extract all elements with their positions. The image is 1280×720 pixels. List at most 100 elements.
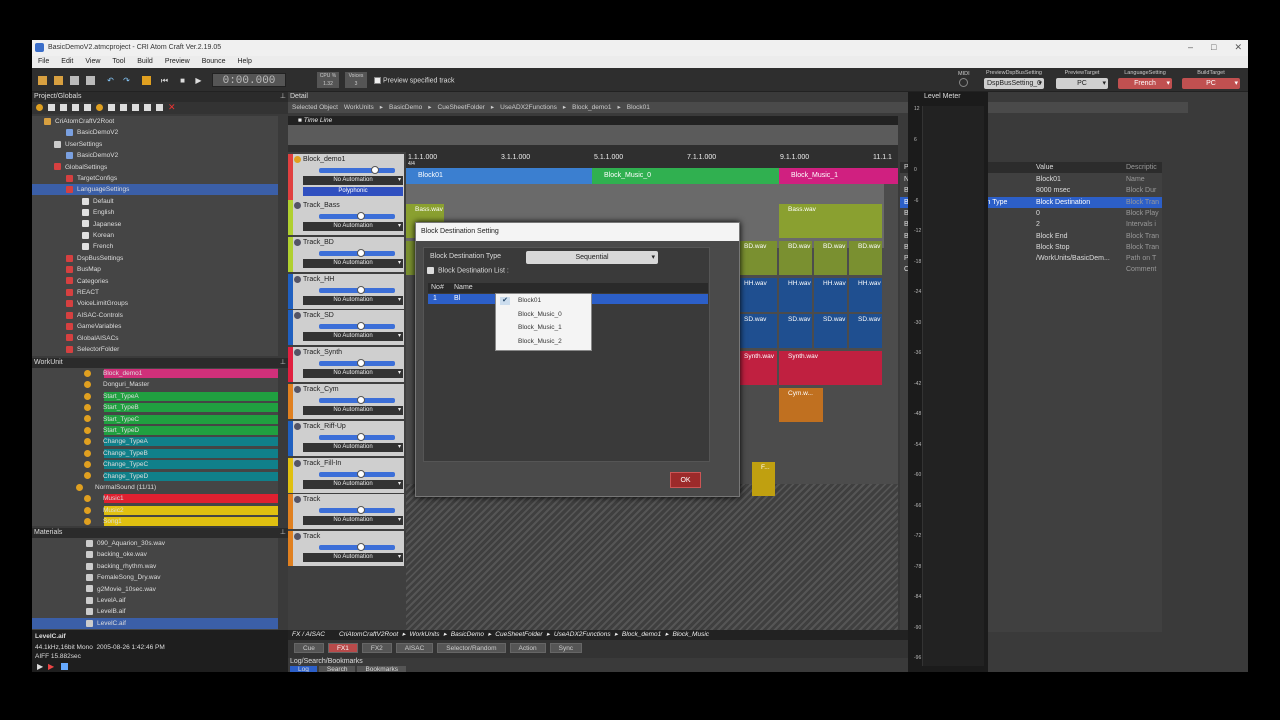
audio-clip[interactable]: HH.wav: [779, 277, 812, 312]
track-control[interactable]: Track_Riff-Up No Automation: [288, 420, 404, 456]
selector-dropdown[interactable]: PC: [1056, 78, 1108, 89]
audio-clip[interactable]: SD.wav: [779, 314, 812, 349]
track-control[interactable]: Track No Automation: [288, 494, 404, 530]
tree-item[interactable]: CriAtomCraftV2Root: [32, 116, 278, 127]
tree-item[interactable]: UserSettings: [32, 139, 278, 150]
menu-edit[interactable]: Edit: [55, 56, 79, 68]
property-value[interactable]: Block Stop: [1036, 242, 1069, 253]
fx-path-segment[interactable]: Block_demo1: [622, 631, 661, 638]
workunit-item[interactable]: Start_TypeB: [32, 402, 278, 413]
volume-knob[interactable]: [357, 469, 365, 478]
menu-file[interactable]: File: [32, 56, 55, 68]
automation-select[interactable]: No Automation: [303, 479, 403, 489]
tree-item[interactable]: Japanese: [32, 219, 278, 230]
pin-icon[interactable]: ⊥: [280, 92, 286, 102]
save-icon[interactable]: [70, 76, 79, 85]
selector-dropdown[interactable]: DspBusSetting_0: [984, 78, 1044, 89]
audio-clip[interactable]: SD.wav: [735, 314, 777, 349]
tool2-icon[interactable]: [144, 104, 151, 111]
property-value[interactable]: /WorkUnits/BasicDem...: [1036, 253, 1110, 264]
workunit-item[interactable]: Donguri_Master: [32, 379, 278, 390]
destination-name-dropdown[interactable]: ✔ Block01 Block_Music_0 Block_Music_1 Block…: [495, 293, 592, 351]
volume-knob[interactable]: [357, 322, 365, 331]
tree-item[interactable]: AISAC-Controls: [32, 310, 278, 321]
tree-item[interactable]: Default: [32, 196, 278, 207]
log-tab[interactable]: Log: [290, 666, 317, 672]
tree-item[interactable]: Korean: [32, 230, 278, 241]
volume-knob[interactable]: [357, 432, 365, 441]
workunit-item[interactable]: NormalSound (11/11): [32, 482, 278, 493]
tree-item[interactable]: TargetConfigs: [32, 173, 278, 184]
menu-bounce[interactable]: Bounce: [196, 56, 232, 68]
path-segment[interactable]: BasicDemo: [389, 104, 422, 111]
selector-dropdown[interactable]: PC: [1182, 78, 1240, 89]
undo-icon[interactable]: ↶: [106, 76, 115, 85]
menu-view[interactable]: View: [79, 56, 106, 68]
volume-knob[interactable]: [357, 285, 365, 294]
menu-build[interactable]: Build: [131, 56, 159, 68]
audio-clip[interactable]: BD.wav: [779, 240, 812, 275]
automation-select[interactable]: No Automation: [303, 332, 403, 342]
menu-help[interactable]: Help: [231, 56, 257, 68]
redo-icon[interactable]: ↷: [122, 76, 131, 85]
preview-specified-track[interactable]: Preview specified track: [374, 77, 455, 84]
track-control[interactable]: Track_Cym No Automation: [288, 384, 404, 419]
workunit-item[interactable]: Change_TypeA: [32, 436, 278, 447]
automation-select[interactable]: No Automation: [303, 553, 403, 563]
copy-icon[interactable]: [108, 104, 115, 111]
track-control[interactable]: Track_HH No Automation: [288, 273, 404, 309]
workunit-item[interactable]: Start_TypeA: [32, 391, 278, 402]
close-icon[interactable]: ✕: [1234, 42, 1242, 53]
fx-tab[interactable]: Selector/Random: [437, 643, 506, 653]
dropdown-option[interactable]: Block01: [518, 297, 541, 304]
preview-checkbox[interactable]: [374, 77, 381, 84]
add-icon[interactable]: [48, 104, 55, 111]
fx-tab[interactable]: Action: [509, 643, 546, 653]
material-item[interactable]: FemaleSong_Dry.wav: [32, 572, 278, 583]
delete-icon[interactable]: ✕: [168, 102, 176, 113]
workunit-item[interactable]: Change_TypeC: [32, 459, 278, 470]
block-bar[interactable]: Block01: [406, 168, 592, 184]
path-segment[interactable]: Block_demo1: [572, 104, 611, 111]
minimize-icon[interactable]: –: [1188, 42, 1193, 53]
fx-path-segment[interactable]: BasicDemo: [451, 631, 484, 638]
track-control[interactable]: Track_Synth No Automation: [288, 347, 404, 383]
automation-select[interactable]: No Automation: [303, 516, 403, 526]
block-bar[interactable]: Block_Music_0: [592, 168, 779, 184]
tree-item[interactable]: BasicDemoV2: [32, 127, 278, 138]
tree-item[interactable]: BasicDemoV2: [32, 150, 278, 161]
dropdown-option[interactable]: Block_Music_0: [518, 311, 562, 318]
stop-icon[interactable]: ■: [178, 76, 187, 85]
property-value[interactable]: Block01: [1036, 174, 1061, 185]
audio-clip[interactable]: HH.wav: [735, 277, 777, 312]
fx-path-segment[interactable]: CueSheetFolder: [495, 631, 542, 638]
audio-clip[interactable]: F...: [752, 461, 775, 496]
tree-item[interactable]: French: [32, 241, 278, 252]
block-bar[interactable]: Block_Music_1: [779, 168, 898, 184]
volume-knob[interactable]: [357, 396, 365, 404]
audio-clip[interactable]: HH.wav: [849, 277, 882, 312]
fx-path-segment[interactable]: WorkUnits: [410, 631, 440, 638]
tree-item[interactable]: GlobalAISACs: [32, 333, 278, 344]
stop-icon[interactable]: [61, 663, 68, 670]
track-control[interactable]: Block_demo1 No Automation Polyphonic: [288, 154, 404, 200]
tree-item[interactable]: LanguageSettings: [32, 184, 278, 196]
track-control[interactable]: Track_SD No Automation: [288, 310, 404, 346]
menu-preview[interactable]: Preview: [159, 56, 196, 68]
automation-select[interactable]: No Automation: [303, 258, 403, 268]
material-item[interactable]: LevelB.aif: [32, 606, 278, 617]
material-item[interactable]: backing_oke.wav: [32, 549, 278, 560]
fx-tab[interactable]: Cue: [294, 643, 324, 653]
material-item[interactable]: backing_rhythm.wav: [32, 561, 278, 572]
fx-tab[interactable]: AISAC: [395, 643, 434, 653]
property-value[interactable]: 2: [1036, 219, 1040, 230]
track-control[interactable]: Track_Fill-In No Automation: [288, 457, 404, 493]
tree-item[interactable]: BusMap: [32, 264, 278, 275]
list-icon[interactable]: [72, 104, 79, 111]
fx-tab[interactable]: Sync: [549, 643, 583, 653]
material-item[interactable]: LevelA.aif: [32, 595, 278, 606]
fx-path-segment[interactable]: Block_Music: [673, 631, 709, 638]
material-item[interactable]: 090_Aquarion_30s.wav: [32, 538, 278, 549]
property-value[interactable]: 0: [1036, 208, 1040, 219]
audio-clip[interactable]: Cym.w...: [779, 388, 823, 422]
